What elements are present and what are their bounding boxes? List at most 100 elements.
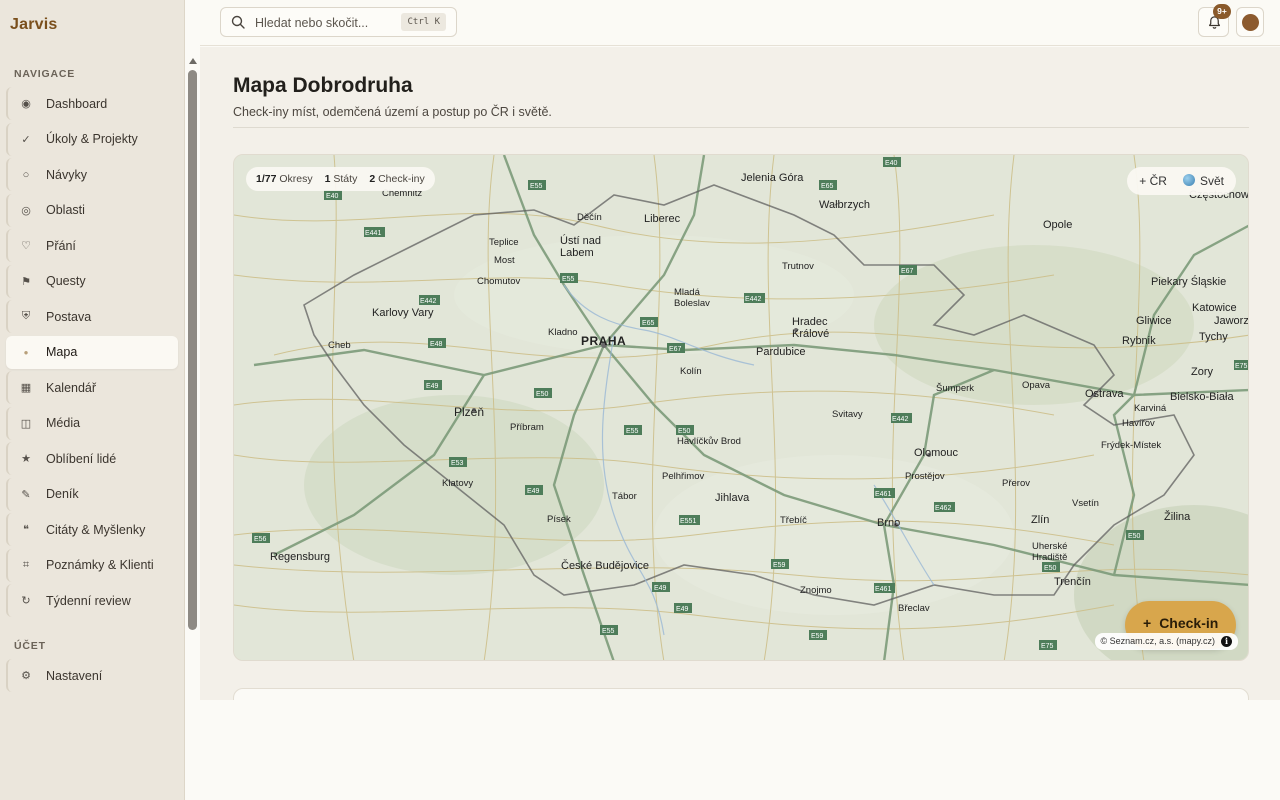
- nav-section-title: NAVIGACE: [14, 68, 76, 80]
- divider: [233, 127, 1249, 128]
- account-section-title: ÚČET: [14, 640, 46, 652]
- svg-text:E48: E48: [430, 341, 443, 348]
- svg-text:E50: E50: [1128, 533, 1141, 540]
- grid-icon: ⌗: [22, 558, 30, 571]
- svg-text:E53: E53: [451, 460, 464, 467]
- svg-text:E59: E59: [811, 633, 824, 640]
- search-icon: [231, 15, 245, 29]
- sidebar-item-habits[interactable]: ○ Návyky: [6, 158, 178, 191]
- sidebar-item-media[interactable]: ◫ Média: [6, 406, 178, 440]
- svg-text:E65: E65: [821, 183, 834, 190]
- sidebar-item-label: Oblasti: [46, 203, 85, 217]
- content-card: [233, 688, 1249, 700]
- svg-text:E442: E442: [892, 416, 908, 423]
- sidebar-item-dashboard[interactable]: ◉ Dashboard: [6, 87, 178, 120]
- scrollbar-thumb[interactable]: [188, 70, 197, 630]
- page-title: Mapa Dobrodruha: [233, 74, 413, 97]
- scope-world-button[interactable]: Svět: [1175, 167, 1232, 195]
- svg-text:E49: E49: [676, 606, 689, 613]
- sidebar-item-map[interactable]: ● Mapa: [6, 335, 178, 369]
- map-scope-switch: + ČR Svět: [1127, 167, 1236, 195]
- sidebar-item-settings[interactable]: ⚙ Nastavení: [6, 659, 178, 692]
- refresh-icon: ↻: [21, 595, 31, 607]
- sidebar-item-label: Návyky: [46, 167, 87, 182]
- svg-text:E67: E67: [669, 346, 682, 353]
- svg-text:E55: E55: [602, 628, 615, 635]
- sidebar-item-character[interactable]: ⛨ Postava: [6, 300, 178, 333]
- svg-text:E49: E49: [426, 383, 439, 390]
- heart-icon: ♡: [21, 240, 31, 252]
- target-icon: ◎: [21, 204, 31, 217]
- sidebar-item-label: Mapa: [46, 345, 78, 359]
- sidebar-item-label: Týdenní review: [46, 593, 131, 608]
- svg-text:E65: E65: [642, 320, 655, 327]
- sidebar-item-label: Média: [46, 416, 81, 430]
- svg-text:E49: E49: [527, 488, 540, 495]
- sidebar-item-journal[interactable]: ✎ Deník: [6, 477, 178, 511]
- notification-badge: 9+: [1213, 4, 1231, 19]
- map-attribution: © Seznam.cz, a.s. (mapy.cz) i: [1094, 633, 1238, 650]
- plus-icon: +: [1143, 615, 1152, 631]
- globe-icon: [1182, 174, 1195, 186]
- svg-text:E442: E442: [745, 296, 761, 303]
- svg-text:E50: E50: [678, 428, 691, 435]
- page-blank-area: [185, 700, 1280, 800]
- svg-text:E55: E55: [626, 428, 639, 435]
- sidebar-item-label: Kalendář: [46, 380, 97, 395]
- search-placeholder: Hledat nebo skočit...: [255, 16, 369, 30]
- sidebar-item-quests[interactable]: ⚑ Questy: [6, 264, 178, 298]
- svg-text:E441: E441: [365, 230, 381, 237]
- map-canvas[interactable]: E55 E40 E65 E441 E442 E442 E55 E65 E67 E…: [234, 155, 1249, 661]
- circle-icon: ○: [22, 168, 30, 181]
- sidebar-item-label: Questy: [46, 274, 86, 288]
- svg-text:E551: E551: [680, 518, 696, 525]
- map-view[interactable]: E55 E40 E65 E441 E442 E442 E55 E65 E67 E…: [233, 154, 1249, 661]
- scope-cr-button[interactable]: + ČR: [1131, 167, 1175, 195]
- user-menu-button[interactable]: [1236, 7, 1264, 37]
- sidebar-item-label: Přání: [46, 238, 76, 253]
- sidebar-item-tasks[interactable]: ✓ Úkoly & Projekty: [6, 122, 178, 156]
- stat-checkins: 2 Check-iny: [369, 173, 425, 185]
- sidebar-item-favorite-people[interactable]: ★ Oblíbení lidé: [6, 442, 178, 475]
- sidebar: Jarvis NAVIGACE ◉ Dashboard ✓ Úkoly & Proj…: [0, 0, 197, 800]
- quote-icon: ❝: [23, 524, 29, 536]
- sidebar-item-areas[interactable]: ◎ Oblasti: [6, 193, 178, 227]
- sidebar-item-notes[interactable]: ⌗ Poznámky & Klienti: [6, 548, 178, 582]
- sidebar-item-wishes[interactable]: ♡ Přání: [6, 229, 178, 262]
- dot-icon: ●: [23, 347, 29, 357]
- page-subtitle: Check-iny míst, odemčená území a postup …: [233, 105, 552, 119]
- stat-districts: 1/77 Okresy: [256, 173, 313, 185]
- sidebar-item-quotes[interactable]: ❝ Citáty & Myšlenky: [6, 513, 178, 546]
- sidebar-item-label: Postava: [46, 309, 92, 324]
- svg-text:E461: E461: [875, 586, 891, 593]
- sidebar-item-weekly-review[interactable]: ↻ Týdenní review: [6, 584, 178, 617]
- stat-states: 1 Státy: [324, 173, 358, 185]
- sidebar-item-label: Oblíbení lidé: [46, 451, 117, 466]
- search-shortcut: Ctrl K: [401, 13, 446, 31]
- shield-icon: ⛨: [21, 310, 31, 322]
- dashboard-icon: ◉: [21, 98, 31, 110]
- svg-text:E50: E50: [1044, 565, 1057, 572]
- svg-text:E442: E442: [420, 298, 436, 305]
- app-logo[interactable]: Jarvis: [10, 16, 57, 34]
- sidebar-item-label: Nastavení: [46, 668, 103, 683]
- svg-text:E40: E40: [326, 193, 339, 200]
- svg-text:E55: E55: [530, 183, 543, 190]
- book-icon: ◫: [20, 417, 32, 430]
- account-nav: ⚙ Nastavení: [6, 659, 178, 695]
- check-icon: ✓: [21, 133, 31, 146]
- scroll-up-arrow-icon[interactable]: [189, 58, 197, 64]
- topbar: Hledat nebo skočit... Ctrl K 9+: [200, 0, 1280, 46]
- pen-icon: ✎: [21, 488, 31, 501]
- info-icon[interactable]: i: [1221, 636, 1232, 647]
- attribution-text[interactable]: © Seznam.cz, a.s. (mapy.cz): [1101, 633, 1216, 650]
- flag-icon: ⚑: [21, 275, 31, 288]
- sidebar-scrollbar[interactable]: [188, 58, 197, 630]
- svg-text:E75: E75: [1235, 363, 1248, 370]
- avatar: [1242, 14, 1259, 31]
- sidebar-item-label: Dashboard: [46, 96, 108, 111]
- svg-text:E49: E49: [654, 585, 667, 592]
- svg-text:E56: E56: [254, 536, 267, 543]
- search-input[interactable]: Hledat nebo skočit... Ctrl K: [220, 7, 457, 37]
- sidebar-item-calendar[interactable]: ▦ Kalendář: [6, 371, 178, 404]
